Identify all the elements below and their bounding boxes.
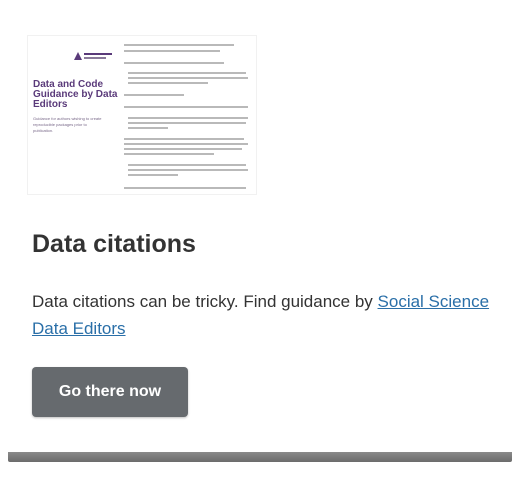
thumbnail-doc-subtitle: Guidance for authors wishing to create r… — [33, 116, 102, 133]
document-thumbnail: Data and Code Guidance by Data Editors G… — [28, 36, 256, 194]
card-bottom-edge — [8, 452, 512, 462]
card-description-text: Data citations can be tricky. Find guida… — [32, 292, 378, 311]
card-description: Data citations can be tricky. Find guida… — [32, 288, 502, 342]
ssde-logo — [74, 52, 112, 60]
thumbnail-text-lines — [124, 44, 248, 189]
go-there-now-button[interactable]: Go there now — [32, 367, 188, 417]
resource-card: Data and Code Guidance by Data Editors G… — [0, 0, 512, 456]
card-title: Data citations — [32, 230, 196, 258]
thumbnail-doc-title: Data and Code Guidance by Data Editors — [33, 79, 118, 110]
